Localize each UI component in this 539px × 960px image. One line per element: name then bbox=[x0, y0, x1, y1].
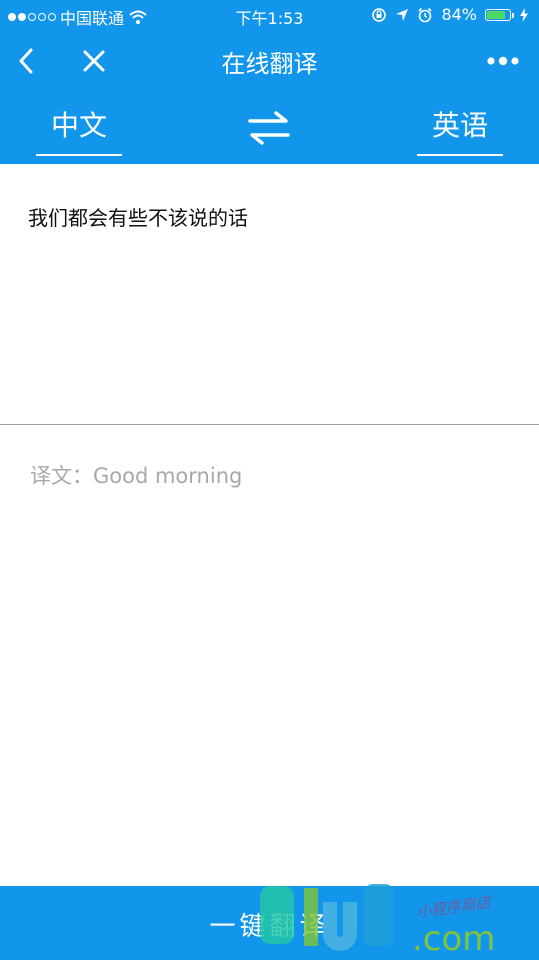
source-language-button[interactable]: 中文 bbox=[36, 104, 122, 156]
swap-arrows-icon[interactable] bbox=[246, 108, 292, 148]
page-title: 在线翻译 bbox=[221, 50, 318, 78]
charging-icon bbox=[520, 7, 528, 22]
status-right: 84% bbox=[371, 5, 529, 24]
result-text: Good morning bbox=[93, 464, 243, 488]
translate-button[interactable]: 一键翻译 bbox=[0, 886, 539, 960]
result-label: 译文： bbox=[30, 464, 93, 488]
translation-result: 译文：Good morning bbox=[30, 460, 242, 490]
source-text-input[interactable]: 我们都会有些不该说的话 bbox=[0, 164, 539, 425]
alarm-icon bbox=[418, 7, 433, 22]
more-dots-icon[interactable] bbox=[485, 46, 521, 76]
location-icon bbox=[396, 8, 409, 21]
nav-bar: 在线翻译 bbox=[0, 30, 539, 92]
target-language-button[interactable]: 英语 bbox=[417, 104, 503, 156]
battery-icon bbox=[485, 8, 514, 21]
battery-level-fill bbox=[487, 10, 506, 19]
source-text[interactable]: 我们都会有些不该说的话 bbox=[28, 202, 248, 231]
translate-button-label: 一键翻译 bbox=[209, 912, 330, 942]
orientation-lock-icon bbox=[372, 7, 387, 22]
language-bar: 中文 英语 bbox=[0, 92, 539, 164]
status-bar: 中国联通 下午1:53 84% bbox=[0, 0, 539, 30]
battery-percent: 84% bbox=[441, 5, 477, 24]
